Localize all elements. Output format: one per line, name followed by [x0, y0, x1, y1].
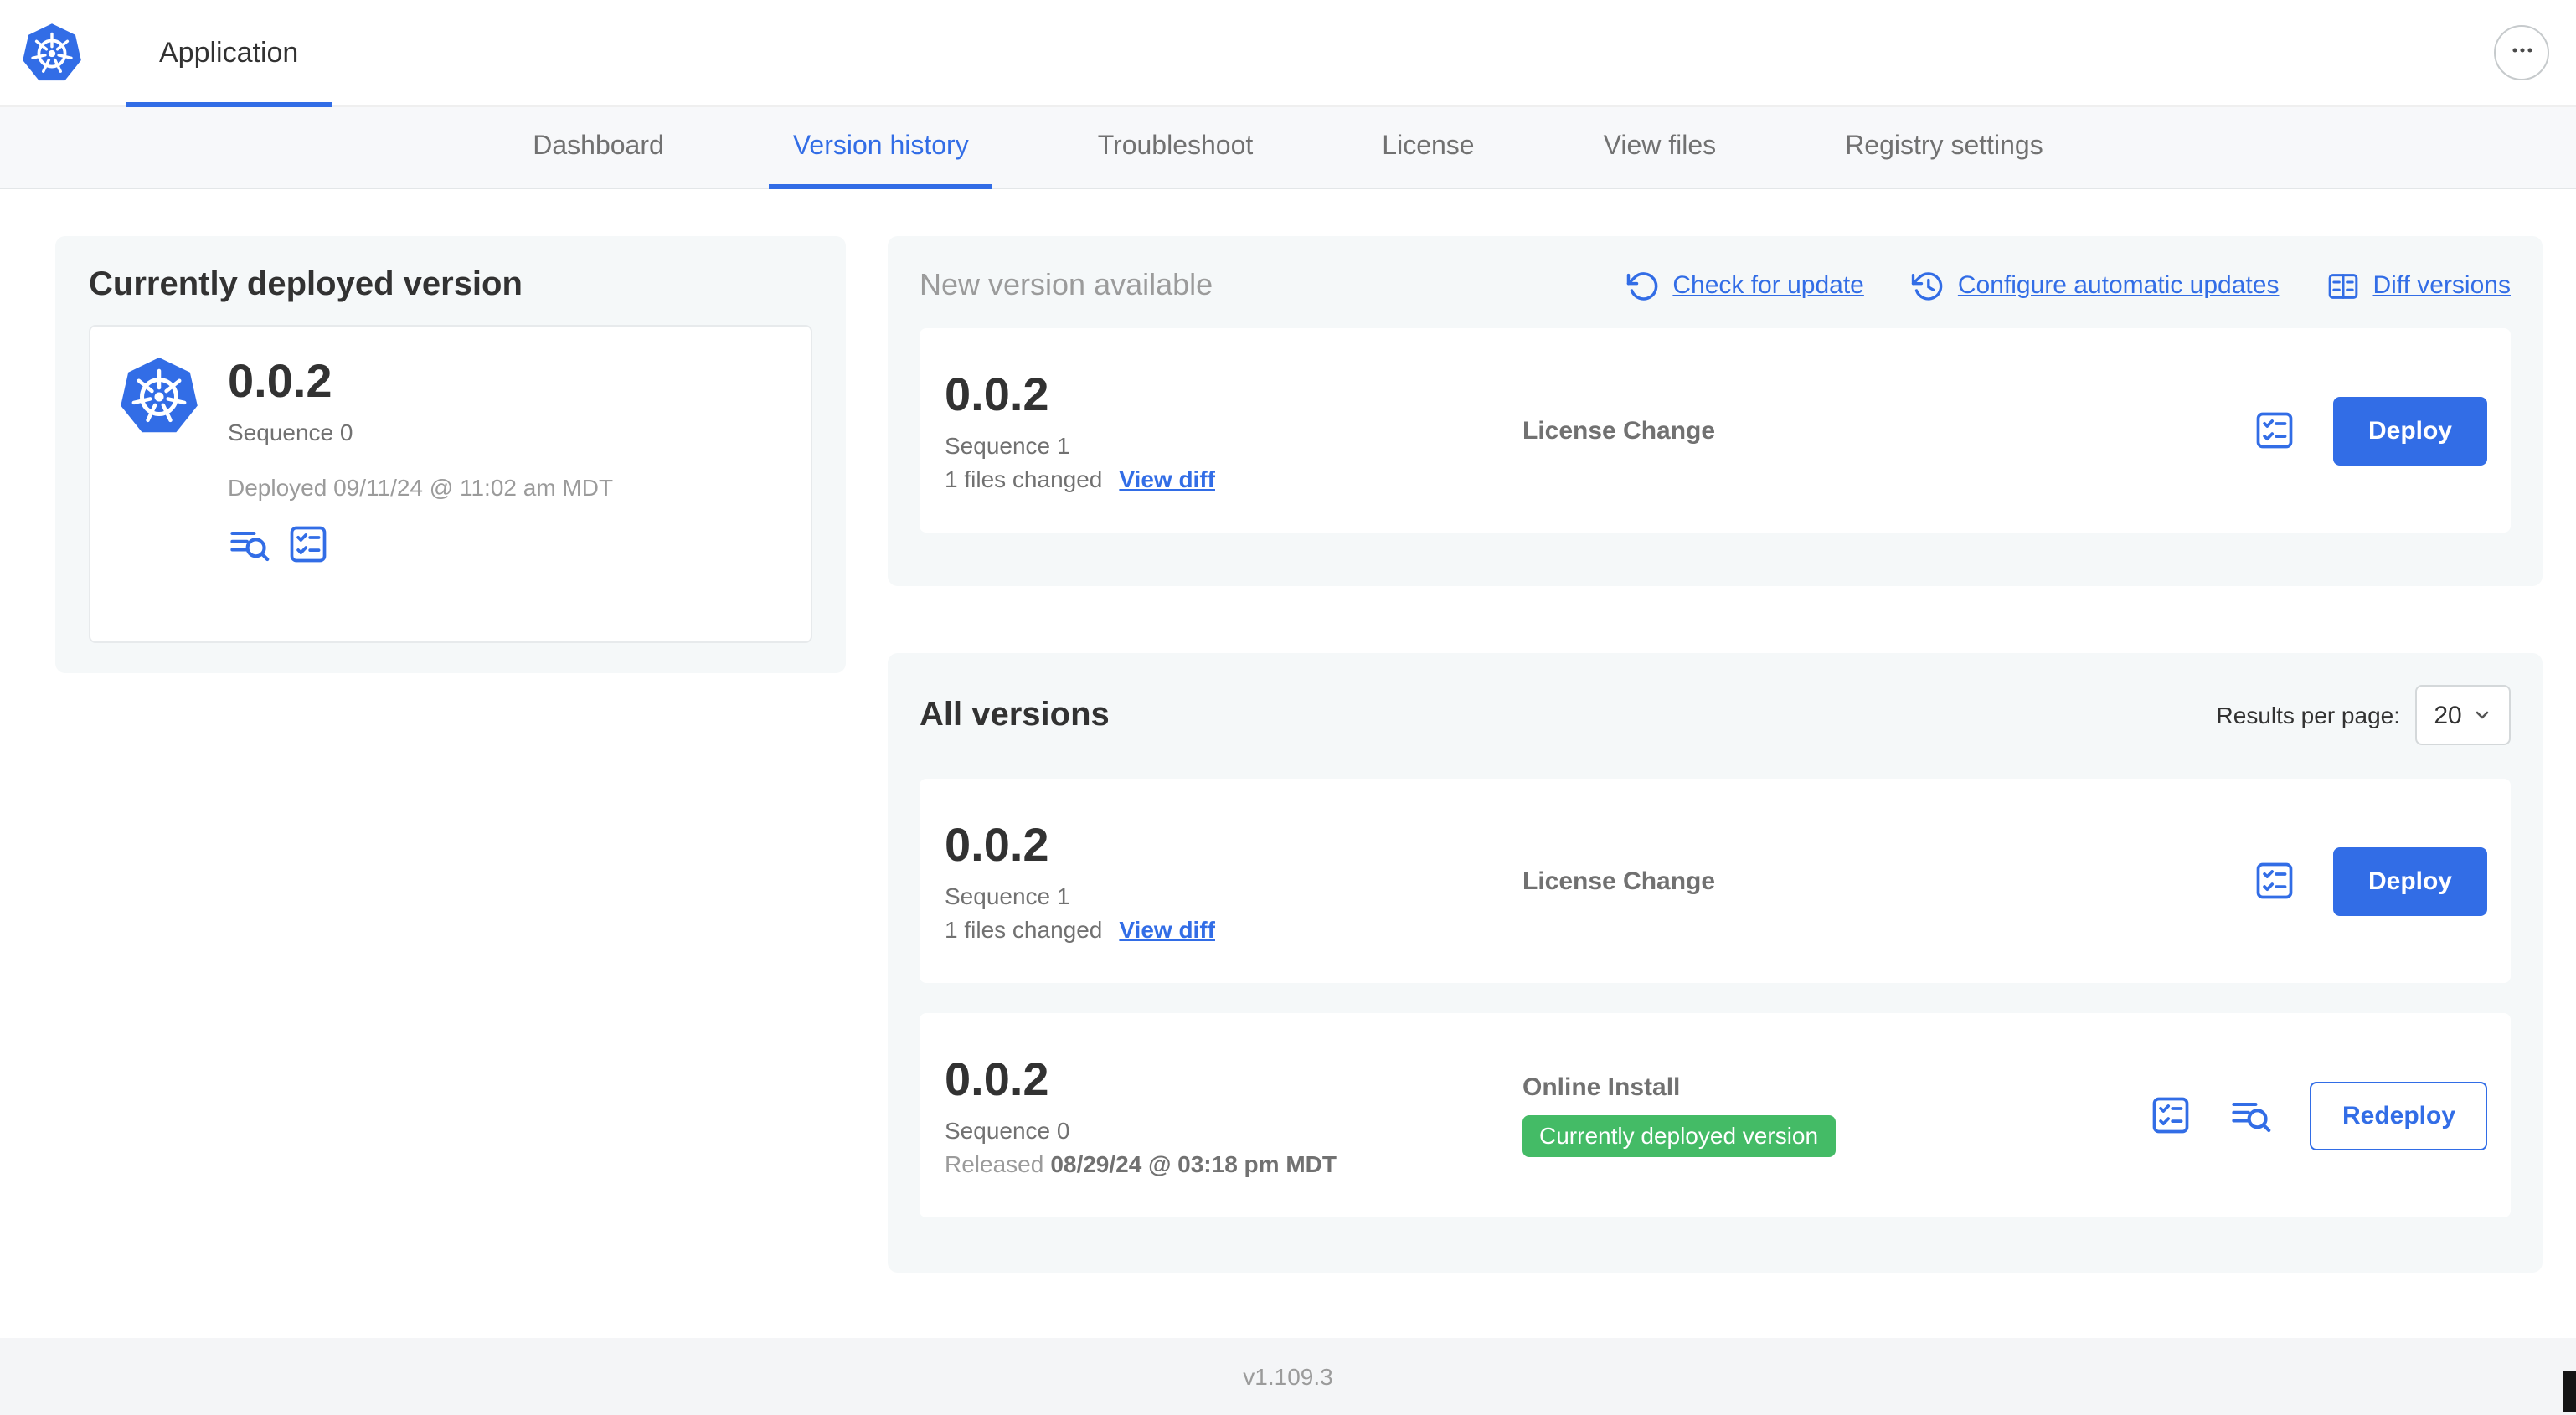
tab-active-underline [769, 184, 992, 189]
version-sequence: Sequence 1 [945, 882, 1070, 909]
right-column: New version available Check for update C… [888, 236, 2543, 1273]
app-tab-label: Application [159, 36, 299, 68]
diff-table-icon [2326, 269, 2359, 302]
release-notes-checklist-icon[interactable] [2253, 409, 2296, 452]
admin-console-page: Application Dashboard Version history Tr… [0, 0, 2576, 1415]
files-changed-label: 1 files changed [945, 466, 1103, 492]
version-list: 0.0.2 Sequence 1 1 files changed View di… [920, 779, 2511, 1217]
more-options-button[interactable] [2494, 25, 2549, 80]
all-versions-title: All versions [920, 696, 1110, 733]
source-label: License Change [1522, 867, 1716, 895]
console-footer: v1.109.3 [0, 1338, 2576, 1415]
deploy-button[interactable]: Deploy [2332, 846, 2487, 915]
released-date: 08/29/24 @ 03:18 pm MDT [1050, 1150, 1337, 1177]
diff-versions-label: Diff versions [2372, 271, 2511, 300]
version-row-actions: Deploy [2253, 846, 2487, 915]
source-label: Online Install [1522, 1073, 1681, 1102]
tab-troubleshoot[interactable]: Troubleshoot [1074, 107, 1277, 188]
tab-registry-settings[interactable]: Registry settings [1821, 107, 2067, 188]
chevron-down-icon [2472, 705, 2492, 725]
tab-view-files[interactable]: View files [1580, 107, 1740, 188]
results-per-page: Results per page: 20 [2217, 685, 2511, 745]
version-source: License Change [1522, 416, 2253, 445]
kubernetes-logo [117, 355, 201, 613]
deployed-version-info: 0.0.2 Sequence 0 Deployed 09/11/24 @ 11:… [228, 355, 613, 613]
version-row-actions: Redeploy [2150, 1081, 2487, 1150]
all-versions-panel: All versions Results per page: 20 0.0.2 … [888, 653, 2543, 1273]
version-row-actions: Deploy [2253, 396, 2487, 465]
version-row: 0.0.2 Sequence 0 Released 08/29/24 @ 03:1… [920, 1013, 2511, 1217]
tab-registry-settings-label: Registry settings [1845, 132, 2043, 161]
topbar: Application [0, 0, 2576, 107]
tab-dashboard[interactable]: Dashboard [509, 107, 688, 188]
version-sequence: Sequence 0 [945, 1117, 1070, 1144]
version-info: 0.0.2 Sequence 1 1 files changed View di… [945, 368, 1522, 492]
source-label: License Change [1522, 416, 1716, 445]
version-info: 0.0.2 Sequence 0 Released 08/29/24 @ 03:1… [945, 1053, 1522, 1177]
tab-version-history[interactable]: Version history [769, 107, 992, 189]
results-per-page-select[interactable]: 20 [2415, 685, 2511, 745]
results-per-page-value: 20 [2434, 701, 2462, 729]
configure-automatic-updates-link[interactable]: Configure automatic updates [1911, 269, 2280, 302]
deployed-version-number: 0.0.2 [228, 355, 332, 407]
files-changed-label: 1 files changed [945, 916, 1103, 943]
scrollbar-artifact [2563, 1371, 2576, 1412]
kubernetes-logo [20, 21, 84, 85]
redeploy-button[interactable]: Redeploy [2310, 1081, 2487, 1150]
deployed-sequence: Sequence 0 [228, 419, 353, 445]
tab-license[interactable]: License [1358, 107, 1497, 188]
refresh-icon [1625, 269, 1659, 302]
currently-deployed-card: 0.0.2 Sequence 0 Deployed 09/11/24 @ 11:… [89, 325, 812, 643]
configure-automatic-updates-label: Configure automatic updates [1957, 271, 2280, 300]
currently-deployed-panel: Currently deployed version 0.0.2 Sequenc… [55, 236, 846, 673]
new-version-panel: New version available Check for update C… [888, 236, 2543, 586]
released-prefix: Released [945, 1150, 1044, 1177]
console-version: v1.109.3 [1243, 1363, 1333, 1390]
release-notes-checklist-icon[interactable] [286, 522, 330, 566]
history-clock-icon [1911, 269, 1945, 302]
version-source: Online Install Currently deployed versio… [1522, 1073, 2150, 1157]
version-number: 0.0.2 [945, 819, 1049, 871]
diff-versions-link[interactable]: Diff versions [2326, 269, 2511, 302]
app-tab-active-underline [126, 101, 332, 106]
released-timestamp: Released 08/29/24 @ 03:18 pm MDT [945, 1150, 1522, 1177]
ellipsis-icon [2506, 35, 2537, 70]
currently-deployed-title: Currently deployed version [89, 266, 523, 303]
tab-version-history-label: Version history [792, 132, 969, 161]
tab-license-label: License [1382, 132, 1475, 161]
new-version-title: New version available [920, 268, 1213, 301]
version-source: License Change [1522, 867, 2253, 895]
version-info: 0.0.2 Sequence 1 1 files changed View di… [945, 819, 1522, 943]
files-changed-row: 1 files changed View diff [945, 466, 1522, 492]
check-for-update-label: Check for update [1672, 271, 1864, 300]
currently-deployed-badge: Currently deployed version [1522, 1115, 1836, 1157]
version-actions: Check for update Configure automatic upd… [1625, 269, 2511, 302]
deployed-actions [228, 522, 613, 566]
all-versions-header: All versions Results per page: 20 [920, 685, 2511, 745]
version-number: 0.0.2 [945, 1053, 1049, 1105]
version-sequence: Sequence 1 [945, 432, 1070, 459]
release-notes-checklist-icon[interactable] [2150, 1093, 2193, 1137]
files-changed-row: 1 files changed View diff [945, 916, 1522, 943]
app-tab[interactable]: Application [126, 0, 332, 106]
deployed-timestamp: Deployed 09/11/24 @ 11:02 am MDT [228, 474, 614, 501]
deploy-button[interactable]: Deploy [2332, 396, 2487, 465]
tab-dashboard-label: Dashboard [533, 132, 664, 161]
new-version-header: New version available Check for update C… [920, 268, 2511, 303]
tab-view-files-label: View files [1603, 132, 1717, 161]
view-logs-icon[interactable] [2230, 1093, 2274, 1137]
view-diff-link[interactable]: View diff [1119, 916, 1215, 943]
version-history-content: Currently deployed version 0.0.2 Sequenc… [0, 189, 2576, 1273]
view-diff-link[interactable]: View diff [1119, 466, 1215, 492]
results-per-page-label: Results per page: [2216, 702, 2400, 728]
check-for-update-link[interactable]: Check for update [1625, 269, 1864, 302]
version-row: 0.0.2 Sequence 1 1 files changed View di… [920, 779, 2511, 983]
new-version-row: 0.0.2 Sequence 1 1 files changed View di… [920, 328, 2511, 533]
view-logs-icon[interactable] [228, 522, 271, 566]
version-number: 0.0.2 [945, 368, 1049, 420]
tab-troubleshoot-label: Troubleshoot [1097, 132, 1254, 161]
app-subnav: Dashboard Version history Troubleshoot L… [0, 107, 2576, 189]
release-notes-checklist-icon[interactable] [2253, 859, 2296, 903]
